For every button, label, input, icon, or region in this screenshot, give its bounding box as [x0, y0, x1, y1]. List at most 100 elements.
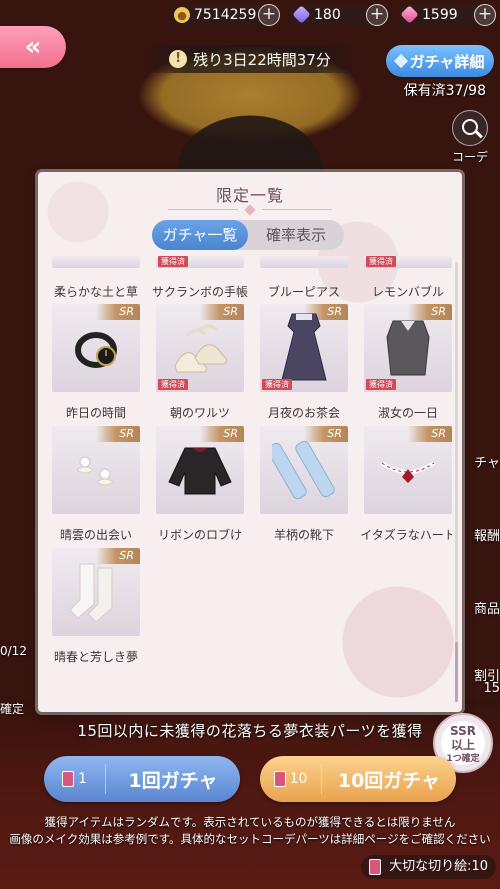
magnifier-icon	[452, 110, 488, 146]
item-thumbnail: SR 獲得済	[260, 304, 348, 392]
side-label-reward[interactable]: 報酬	[474, 525, 500, 544]
side-label-shop[interactable]: 商品	[474, 598, 500, 617]
tab-gacha-list[interactable]: ガチャ一覧	[152, 220, 248, 250]
alert-icon: !	[169, 50, 188, 68]
disclaimer-line: 獲得アイテムはランダムです。表示されているものが獲得できるとは限りません	[44, 815, 456, 829]
obtained-badge: 獲得済	[158, 379, 188, 390]
ten-gacha-button[interactable]: 10 10回ガチャ	[260, 756, 456, 802]
item-name: 月夜のお茶会	[267, 406, 340, 420]
back-button[interactable]: «	[0, 26, 66, 68]
ten-gacha-label: 10回ガチャ	[337, 769, 441, 792]
item-name: リボンのロブけ	[157, 528, 242, 542]
ticket-icon	[62, 771, 75, 787]
gacha-detail-button[interactable]: ガチャ詳細	[386, 45, 494, 77]
item-thumbnail: SR	[52, 304, 140, 392]
title-ornament-icon	[244, 204, 256, 216]
item-name: イタズラなハート	[360, 528, 452, 542]
item-thumbnail: SR	[364, 426, 452, 514]
item-thumbnail	[52, 256, 140, 268]
add-purple-diamond-button[interactable]: +	[366, 4, 388, 26]
ssr-label: SSR	[450, 724, 476, 738]
item-thumbnail: 獲得済	[364, 256, 452, 268]
modal-tabs: ガチャ一覧 確率表示	[152, 220, 344, 250]
item-name: レモンバブル	[371, 285, 444, 299]
item-thumbnail: SR	[156, 426, 244, 514]
disclaimer: 獲得アイテムはランダムです。表示されているものが獲得できるとは限りません 画像の…	[0, 814, 500, 848]
choker-icon	[380, 461, 436, 483]
item-thumbnail: SR	[260, 426, 348, 514]
side-label-discount-count: 15	[483, 681, 500, 696]
gold-coin-counter: ● 7514259 +	[170, 4, 280, 26]
obtained-badge: 獲得済	[262, 379, 292, 390]
sweater-icon	[168, 447, 232, 495]
item-name: 晴春と芳しき夢	[53, 650, 138, 664]
cut-paper-counter: 大切な切り絵:10	[361, 855, 496, 879]
gold-coin-value: 7514259	[194, 7, 257, 23]
purple-diamond-value: 180	[314, 7, 341, 23]
pink-diamond-icon	[400, 5, 419, 24]
item-name: サクランボの手帳	[151, 285, 248, 299]
item-thumbnail: SR	[52, 548, 140, 636]
single-gacha-button[interactable]: 1 1回ガチャ	[44, 756, 240, 802]
obtained-badge: 獲得済	[158, 256, 188, 267]
coordinate-button[interactable]: コーデ	[450, 110, 490, 165]
gacha-detail-label: ガチャ詳細	[409, 52, 485, 71]
ticket-icon	[273, 771, 286, 787]
item-name: 朝のワルツ	[169, 406, 230, 420]
time-remaining: ! 残り3日22時間37分	[140, 45, 360, 73]
add-pink-diamond-button[interactable]: +	[474, 4, 496, 26]
watch-icon	[75, 332, 117, 368]
socks-icon	[272, 440, 335, 500]
stockings-icon	[69, 563, 113, 623]
single-cost-value: 1	[78, 771, 87, 787]
earrings-icon	[76, 456, 114, 486]
item-name: 淑女の一日	[377, 406, 438, 420]
item-thumbnail: SR 獲得済	[364, 304, 452, 392]
rarity-badge: SR	[96, 426, 140, 442]
item-thumbnail: SR 獲得済	[156, 304, 244, 392]
side-label-gacha[interactable]: チャ	[474, 452, 500, 471]
disclaimer-line: 画像のメイク効果は参考例です。具体的なセットコーデパーツは詳細ページをご確認くだ…	[9, 832, 491, 846]
scrollbar-thumb[interactable]	[455, 642, 458, 702]
pink-diamond-counter: 1599 +	[398, 4, 496, 26]
ten-gacha-cost: 10	[260, 764, 322, 794]
cut-paper-icon	[369, 859, 382, 875]
side-guarantee-label: 確定	[0, 702, 25, 716]
pink-diamond-value: 1599	[422, 7, 458, 23]
diamond-icon	[393, 53, 408, 69]
coordinate-label: コーデ	[451, 150, 488, 164]
item-name: 晴雲の出会い	[59, 528, 132, 542]
double-chevron-left-icon: «	[24, 32, 42, 62]
ssr-above-label: 以上	[450, 738, 475, 752]
side-progress: 0/12	[0, 644, 27, 658]
item-name: 羊柄の靴下	[273, 528, 334, 542]
title-divider-right	[262, 209, 332, 210]
purple-diamond-counter: 180 +	[290, 4, 388, 26]
rarity-badge: SR	[200, 426, 244, 442]
promo-text: 15回以内に未獲得の花落ちる夢衣装パーツを獲得	[77, 722, 423, 740]
item-name: ブルーピアス	[267, 285, 340, 299]
item-thumbnail	[260, 256, 348, 268]
item-name: 昨日の時間	[65, 406, 126, 420]
purple-diamond-icon	[292, 5, 311, 24]
modal-scrollbar[interactable]	[455, 262, 458, 702]
heels-icon	[174, 324, 228, 373]
single-gacha-label: 1回ガチャ	[128, 769, 218, 792]
gold-coin-icon: ●	[174, 7, 190, 23]
single-gacha-cost: 1	[44, 764, 106, 794]
cut-paper-value: 大切な切り絵:10	[389, 859, 488, 874]
item-thumbnail: 獲得済	[156, 256, 244, 268]
blouse-icon	[386, 320, 430, 376]
obtained-badge: 獲得済	[366, 379, 396, 390]
timer-text: 残り3日22時間37分	[193, 50, 331, 69]
modal-title: 限定一覧	[215, 186, 284, 205]
obtained-badge: 獲得済	[366, 256, 396, 267]
item-name: 柔らかな土と草	[53, 285, 138, 299]
title-divider-left	[168, 209, 238, 210]
item-grid: 柔らかな土と草 獲得済 サクランボの手帳 ブルーピアス 獲得済 レモンバブル S…	[48, 256, 452, 704]
owned-count: 保有済37/98	[403, 83, 486, 99]
tab-probability[interactable]: 確率表示	[248, 220, 344, 250]
item-thumbnail: SR	[52, 426, 140, 514]
add-gold-button[interactable]: +	[258, 4, 280, 26]
ten-cost-value: 10	[289, 771, 308, 787]
